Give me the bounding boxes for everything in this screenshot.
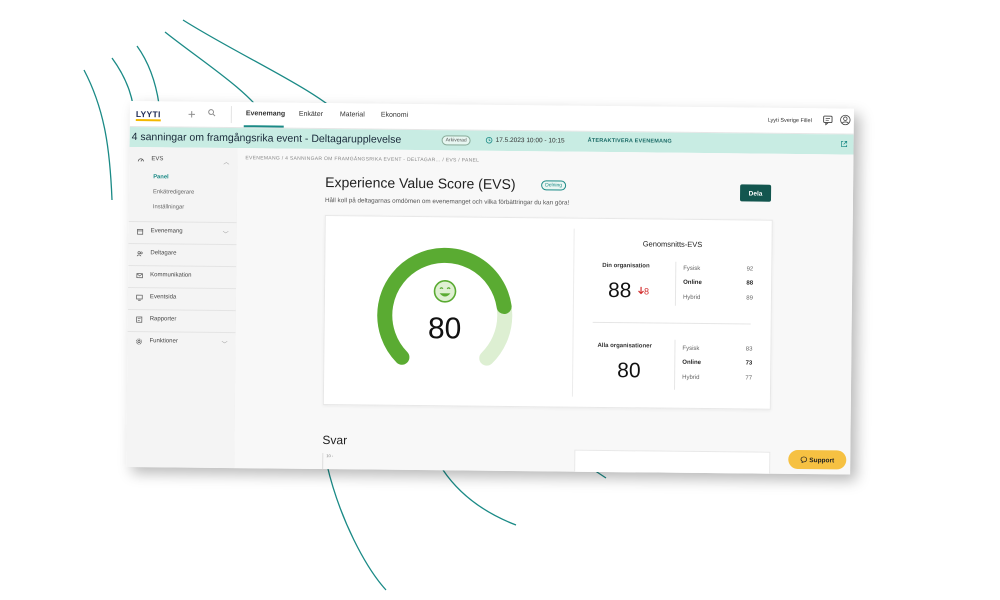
sidebar-subitem-panel[interactable]: Panel [153,174,169,180]
divider [128,286,237,290]
row-label: Online [683,279,702,286]
sidebar: EVS ︿ Panel Enkätredigerare Inställninga… [126,146,239,469]
lyyti-logo[interactable]: LYYTI [135,109,161,122]
search-icon[interactable] [208,109,216,117]
support-label: Support [809,457,835,465]
evs-score: 80 [428,312,462,345]
calendar-icon [137,229,144,235]
clock-icon [485,136,493,144]
share-button[interactable]: Dela [739,184,772,202]
divider [128,242,237,246]
active-nav-indicator [243,125,284,128]
mail-icon [136,273,143,279]
sidebar-item-label: Kommunikation [150,272,192,279]
main-content: EVENEMANG / 4 SANNINGAR OM FRAMGÅNGSRIKA… [234,148,854,475]
sidebar-item-label: Eventsida [149,294,177,301]
all-orgs-score: 80 [617,359,641,383]
divider [128,264,237,268]
delta-value: 8 [643,286,650,297]
breadcrumb[interactable]: EVENEMANG / 4 SANNINGAR OM FRAMGÅNGSRIKA… [245,155,479,163]
sidebar-item-label: Rapporter [149,316,177,323]
status-badge: Arkiverad [441,135,471,146]
event-date: 17.5.2023 10:00 - 10:15 [495,136,565,145]
divider [128,220,237,224]
divider [592,321,751,325]
gear-icon [136,338,142,345]
nav-enkater[interactable]: Enkäter [299,111,323,118]
chevron-down-icon[interactable]: ﹀ [221,339,227,348]
sidebar-subitem-enkatredigerare[interactable]: Enkätredigerare [153,189,194,195]
divider [674,261,677,306]
row-label: Fysisk [682,345,700,352]
divider [127,330,236,334]
chevron-up-icon[interactable]: ︿ [223,157,229,166]
nav-evenemang[interactable]: Evenemang [246,110,285,117]
divider [230,106,232,124]
organization-name[interactable]: Lyyti Sverige Fillel [768,118,812,124]
sidebar-item-label: Evenemang [150,228,183,235]
answers-card [574,449,771,475]
chat-bubble-icon [800,456,807,464]
plus-icon[interactable]: + [188,107,196,122]
row-label: Hybrid [682,294,701,301]
chevron-down-icon[interactable]: ﹀ [223,229,229,238]
reactivate-event-link[interactable]: ÅTERAKTIVERA EVENEMANG [588,138,672,145]
support-button[interactable]: Support [788,449,847,470]
sidebar-subitem-installningar[interactable]: Inställningar [153,204,184,210]
chat-icon[interactable] [823,115,833,126]
score-delta: 8 [638,286,649,296]
row-label: Fysisk [683,265,701,272]
evs-card: 80 Genomsnitts-EVS Din organisation 88 8… [322,215,773,410]
row-value: 77 [745,375,753,382]
user-icon[interactable] [840,114,851,126]
divider [571,228,575,397]
row-label: Hybrid [682,374,700,381]
event-title: 4 sanningar om framgångsrika event - Del… [131,131,402,146]
page-title: Experience Value Score (EVS) [325,174,516,193]
divider [674,339,676,390]
row-label: Online [682,359,701,366]
nav-material[interactable]: Material [340,111,365,118]
row-value: 83 [745,346,753,353]
your-org-score: 88 [607,279,632,303]
row-value: 89 [746,295,753,302]
evs-icon [137,158,144,162]
people-icon [136,251,143,257]
nav-ekonomi[interactable]: Ekonomi [381,112,408,119]
answers-title: Svar [322,433,348,448]
monitor-icon [136,294,143,301]
smiley-icon [433,280,457,303]
app-window: LYYTI + Evenemang Enkäter Material Ekono… [126,101,854,475]
your-org-label: Din organisation [602,262,650,270]
page-subtitle: Håll koll på deltagarnas omdömen om even… [324,197,570,207]
row-value: 73 [745,360,753,367]
sidebar-item-label: Deltagare [150,250,177,257]
row-value: 88 [746,280,754,287]
external-link-icon[interactable] [841,140,848,147]
all-orgs-label: Alla organisationer [597,342,652,350]
sidebar-item-label: EVS [151,156,164,163]
sharing-badge: Delning [541,180,567,191]
evs-gauge: 80 [377,247,513,366]
row-value: 92 [746,266,754,273]
average-evs-title: Genomsnitts-EVS [642,239,703,250]
sidebar-item-label: Funktioner [149,338,178,345]
divider [127,308,236,312]
report-icon [136,316,143,323]
